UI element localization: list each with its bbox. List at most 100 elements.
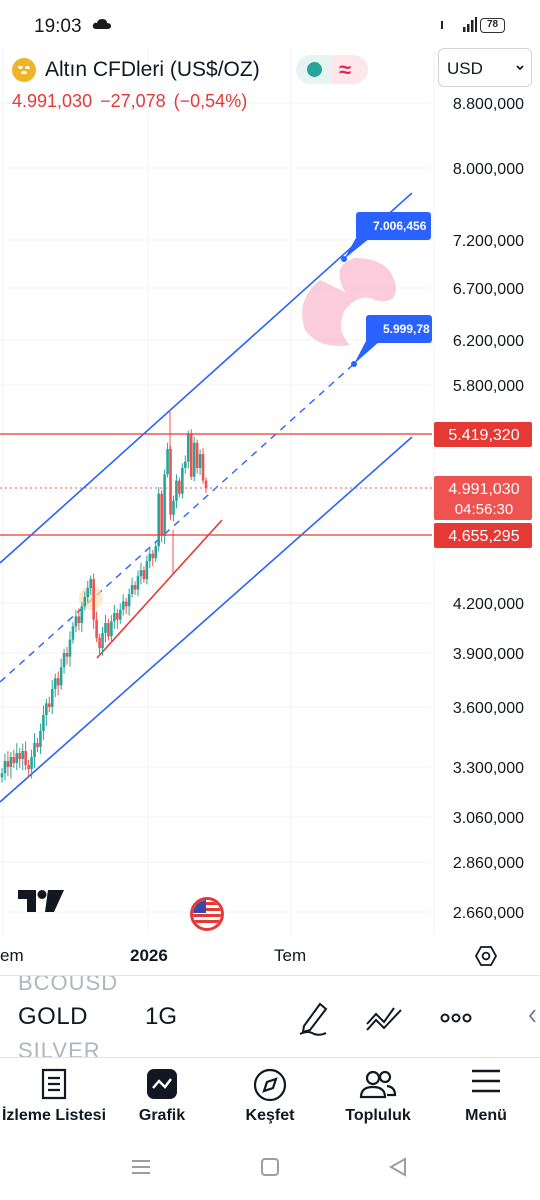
candle-body [27,765,30,770]
level-price-label: 5.419,320 [448,427,519,444]
y-tick-label: 3.900,000 [453,646,524,663]
candle-body [178,480,181,494]
nav-watchlist[interactable]: İzleme Listesi [0,1058,108,1138]
home-icon[interactable] [260,1157,280,1177]
candle-body [110,621,113,637]
y-tick-label: 3.060,000 [453,810,524,827]
candle-body [181,467,184,494]
candle-body [59,667,63,686]
candle-body [98,638,101,648]
candle-body [65,653,69,657]
candle-body [33,743,36,757]
candle-body [3,761,7,774]
pencil-icon[interactable] [296,1000,330,1036]
candle-body [101,633,104,648]
nav-label-chart: Grafik [138,1107,186,1124]
nav-chart[interactable]: Grafik [108,1058,216,1138]
us-flag-event-icon[interactable] [190,897,224,931]
recent-apps-icon[interactable] [131,1159,151,1175]
candle-body [12,757,16,763]
candle-body [50,689,54,707]
candle-body [53,678,57,689]
bottom-nav: İzleme Listesi Grafik Keşfet Topluluk Me… [0,1057,540,1137]
candle-body [118,609,122,620]
nav-community[interactable]: Topluluk [324,1058,432,1138]
candle-body [107,623,110,637]
currency-value: USD [447,59,483,78]
drawing-tools-icon[interactable] [364,1000,404,1036]
candle-body [83,597,87,607]
community-icon [359,1070,397,1099]
market-open-dot-icon [307,62,322,77]
y-tick-label: 6.700,000 [453,281,524,298]
candle-body [198,454,202,468]
symbol-header[interactable]: Altın CFDleri (US$/OZ) [12,56,260,84]
candle-body [145,561,149,580]
x-axis-label-2: 2026 [130,946,168,965]
candle-body [136,576,140,590]
candle-body [30,757,33,770]
candle-body [116,613,119,620]
candle-body [45,703,48,715]
candle-body [24,751,27,765]
candle-body [113,613,116,622]
current-price-label: 4.991,030 [448,481,519,498]
candle-body [6,761,10,767]
more-icon[interactable] [440,1012,472,1024]
candle-body [204,480,208,489]
candle-body [0,773,4,778]
price-chart[interactable]: 5.419,320 4.655,295 4.991,030 04:56:30 8.80… [0,46,540,976]
currency-select[interactable]: USD [438,48,532,87]
nav-label-explore: Keşfet [245,1107,295,1124]
tradingview-logo [18,890,64,912]
y-tick-label: 2.660,000 [453,905,524,922]
candle-body [36,743,39,747]
chevron-down-icon [516,65,524,71]
compass-icon [253,1068,287,1102]
candle-body [121,601,125,610]
candle-body [21,751,24,759]
chart-settings-icon[interactable] [474,944,498,968]
symbol-next[interactable]: SILVER [18,1038,101,1057]
chevron-left-icon[interactable] [527,1008,537,1024]
chart-icon [147,1069,177,1099]
candle-body [154,546,158,559]
y-tick-label: 4.200,000 [453,596,524,613]
nav-label-menu: Menü [465,1107,507,1124]
back-icon[interactable] [388,1157,408,1177]
symbol-strip[interactable]: BCOUSD GOLD SILVER 1G [0,975,540,1057]
symbol-active[interactable]: GOLD [18,1003,88,1031]
callout-label: 5.999,78 [383,322,430,336]
candle-body [139,570,143,577]
gold-bars-icon [12,58,36,82]
android-nav-bar [0,1137,540,1200]
level-price-label: 4.655,295 [448,528,519,545]
symbol-name[interactable]: Altın CFDleri (US$/OZ) [45,58,260,82]
nav-menu[interactable]: Menü [432,1058,540,1138]
candle-body [77,616,81,623]
y-tick-label: 3.300,000 [453,760,524,777]
market-status-pill[interactable]: ≈ [296,55,368,84]
candle-body [192,442,196,477]
candle-body [195,442,199,468]
candle-body [9,757,13,767]
nav-explore[interactable]: Keşfet [216,1058,324,1138]
y-tick-label: 8.800,000 [453,96,524,113]
y-tick-label: 2.860,000 [453,855,524,872]
interval-button[interactable]: 1G [145,1003,177,1031]
signal-icon [441,17,477,32]
candle-body [127,594,131,607]
candle-body [142,570,146,580]
candle-body [71,626,75,640]
chart-area[interactable]: 5.419,320 4.655,295 4.991,030 04:56:30 8.80… [0,46,540,976]
candle-body [18,753,22,759]
candle-body [201,454,205,481]
symbol-prev[interactable]: BCOUSD [18,976,118,996]
y-tick-label: 5.800,000 [453,378,524,395]
candle-body [172,500,175,515]
candle-body [163,474,166,536]
watchlist-icon [41,1068,67,1100]
candle-body [166,449,169,475]
candle-body [80,606,84,623]
battery-icon: 78 [480,18,505,33]
